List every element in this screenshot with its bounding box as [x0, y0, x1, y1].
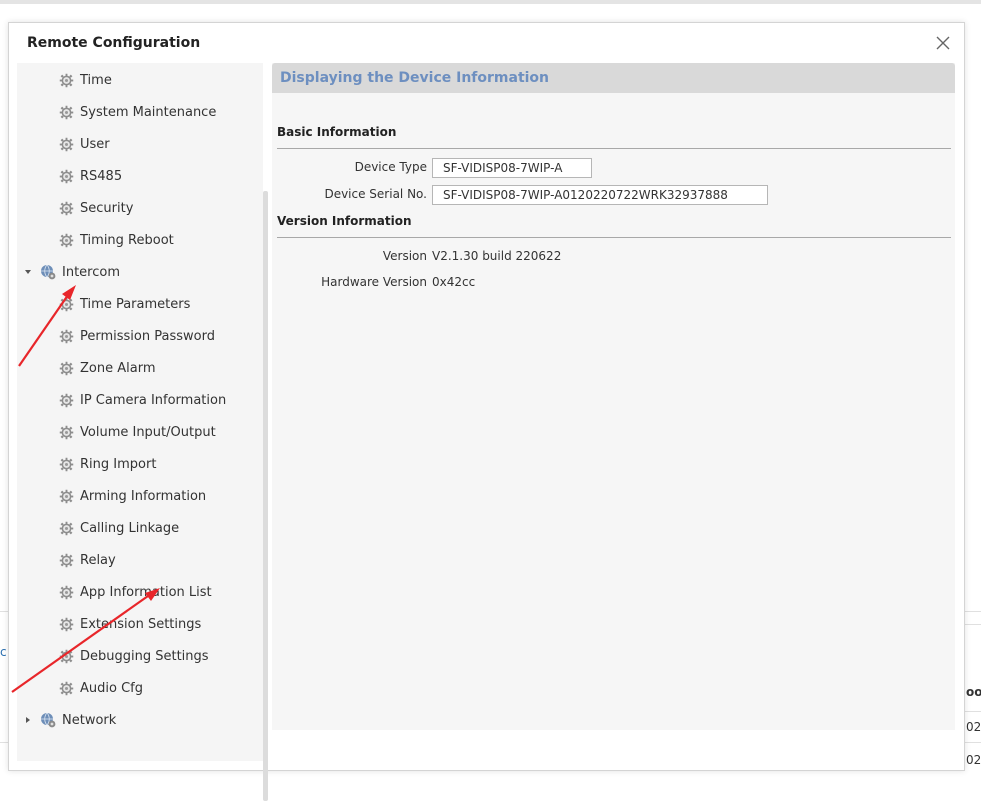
background-column-header: oot — [966, 685, 981, 699]
tree-item-intercom[interactable]: Intercom — [23, 260, 120, 284]
tree-item-label: Permission Password — [80, 328, 215, 344]
gear-icon — [59, 105, 74, 120]
tree-item-label: Time — [80, 72, 112, 88]
background-divider — [965, 742, 981, 743]
remote-configuration-dialog: Remote Configuration Time System Maintena… — [8, 22, 965, 801]
gear-icon — [59, 329, 74, 344]
background-divider — [965, 611, 981, 612]
tree-item-ip-camera-information[interactable]: IP Camera Information — [59, 388, 226, 412]
tree-item-label: Zone Alarm — [80, 360, 156, 376]
tree-item-label: Ring Import — [80, 456, 157, 472]
tree-item-ring-import[interactable]: Ring Import — [59, 452, 156, 476]
background-cell: 023 — [966, 753, 981, 767]
gear-icon — [59, 585, 74, 600]
close-button[interactable] — [934, 34, 952, 52]
gear-icon — [59, 681, 74, 696]
globe-gear-icon — [40, 264, 56, 280]
tree-item-label: RS485 — [80, 168, 123, 184]
gear-icon — [59, 521, 74, 536]
tree-scrollbar-thumb[interactable] — [263, 191, 268, 801]
tree-item-label: Debugging Settings — [80, 648, 209, 664]
tree-item-label: Relay — [80, 552, 116, 568]
tree-item-timing-reboot[interactable]: Timing Reboot — [59, 228, 174, 252]
close-icon — [936, 36, 950, 50]
tree-item-system-maintenance[interactable]: System Maintenance — [59, 100, 216, 124]
tree-item-label: Audio Cfg — [80, 680, 143, 696]
tree-item-label: System Maintenance — [80, 104, 217, 120]
background-divider — [965, 711, 981, 712]
tree-item-label: Network — [62, 712, 117, 728]
expand-arrow-right-icon[interactable] — [23, 715, 33, 725]
gear-icon — [59, 553, 74, 568]
tree-item-label: Security — [80, 200, 134, 216]
background-divider — [0, 742, 8, 743]
tree-item-zone-alarm[interactable]: Zone Alarm — [59, 356, 155, 380]
basic-information-title: Basic Information — [277, 125, 397, 139]
tree-item-label: Intercom — [62, 264, 120, 280]
tree-item-arming-information[interactable]: Arming Information — [59, 484, 206, 508]
gear-icon — [59, 361, 74, 376]
tree-item-label: Volume Input/Output — [80, 424, 216, 440]
tree-item-label: IP Camera Information — [80, 392, 227, 408]
device-info-panel: Displaying the Device Information Basic … — [272, 63, 955, 730]
tree-item-network[interactable]: Network — [23, 708, 116, 732]
dialog-title: Remote Configuration — [27, 35, 201, 51]
basic-information-divider — [277, 148, 951, 149]
globe-gear-icon — [40, 712, 56, 728]
gear-icon — [59, 73, 74, 88]
gear-icon — [59, 649, 74, 664]
device-serial-field[interactable] — [432, 185, 768, 205]
device-type-label: Device Type — [354, 160, 427, 174]
background-cell: 023 — [966, 720, 981, 734]
tree-item-label: App Information List — [80, 584, 212, 600]
gear-icon — [59, 489, 74, 504]
tree-item-rs485[interactable]: RS485 — [59, 164, 122, 188]
tree-item-audio-cfg[interactable]: Audio Cfg — [59, 676, 143, 700]
tree-item-app-information-list[interactable]: App Information List — [59, 580, 212, 604]
tree-item-label: User — [80, 136, 110, 152]
hardware-version-value: 0x42cc — [432, 275, 476, 289]
background-divider — [0, 611, 8, 612]
tree-scrollbar[interactable] — [263, 191, 268, 801]
tree-item-volume-input-output[interactable]: Volume Input/Output — [59, 420, 216, 444]
tree-item-time[interactable]: Time — [59, 68, 112, 92]
version-information-title: Version Information — [277, 214, 412, 228]
content-header: Displaying the Device Information — [272, 63, 955, 93]
gear-icon — [59, 425, 74, 440]
tree-item-time-parameters[interactable]: Time Parameters — [59, 292, 190, 316]
gear-icon — [59, 617, 74, 632]
content-header-title: Displaying the Device Information — [280, 70, 550, 86]
tree-item-security[interactable]: Security — [59, 196, 133, 220]
version-information-divider — [277, 237, 951, 238]
tree-item-debugging-settings[interactable]: Debugging Settings — [59, 644, 209, 668]
hardware-version-label: Hardware Version — [321, 275, 427, 289]
expand-arrow-down-icon[interactable] — [23, 267, 33, 277]
gear-icon — [59, 137, 74, 152]
config-tree: Time System Maintenance User RS485 Security T… — [17, 63, 268, 801]
tree-item-permission-password[interactable]: Permission Password — [59, 324, 215, 348]
tree-item-label: Extension Settings — [80, 616, 202, 632]
background-top-strip — [0, 0, 981, 4]
gear-icon — [59, 233, 74, 248]
device-type-field[interactable] — [432, 158, 592, 178]
tree-item-label: Calling Linkage — [80, 520, 180, 536]
tree-item-label: Time Parameters — [80, 296, 191, 312]
tree-item-user[interactable]: User — [59, 132, 110, 156]
background-divider — [965, 624, 981, 625]
gear-icon — [59, 201, 74, 216]
version-label: Version — [382, 249, 427, 263]
version-value: V2.1.30 build 220622 — [432, 249, 562, 263]
tree-item-relay[interactable]: Relay — [59, 548, 116, 572]
gear-icon — [59, 297, 74, 312]
tree-item-extension-settings[interactable]: Extension Settings — [59, 612, 201, 636]
tree-item-calling-linkage[interactable]: Calling Linkage — [59, 516, 179, 540]
gear-icon — [59, 393, 74, 408]
tree-item-label: Timing Reboot — [80, 232, 174, 248]
gear-icon — [59, 169, 74, 184]
device-serial-label: Device Serial No. — [324, 187, 427, 201]
gear-icon — [59, 457, 74, 472]
background-link-fragment: c — [0, 645, 7, 659]
tree-item-label: Arming Information — [80, 488, 207, 504]
